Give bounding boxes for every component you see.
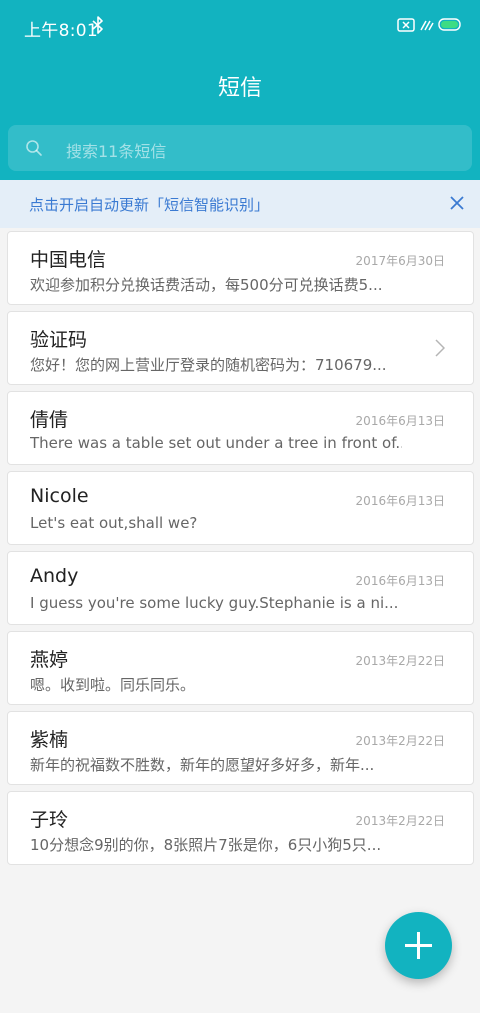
message-date: 2016年6月13日 [355, 494, 445, 508]
status-bar: 上午8:01 [0, 0, 480, 52]
page-title: 短信 [217, 76, 262, 101]
app-header: 上午8:01 短信 搜索11条短信 [0, 0, 480, 180]
status-time: 上午8:01 [24, 21, 98, 41]
sender-name: 验证码 [30, 329, 88, 351]
message-preview: Let's eat out,shall we? [30, 514, 198, 532]
message-date: 2017年6月30日 [355, 254, 445, 268]
message-preview: 欢迎参加积分兑换话费活动，每500分可兑换话费5... [30, 276, 383, 294]
conversation-item[interactable]: Nicole 2016年6月13日 Let's eat out,shall we… [7, 471, 474, 545]
search-placeholder: 搜索11条短信 [66, 142, 167, 161]
message-preview: 嗯。收到啦。同乐同乐。 [30, 676, 196, 694]
battery-icon [438, 18, 461, 31]
chevron-right-icon [435, 339, 445, 357]
new-message-button[interactable] [385, 912, 452, 979]
banner-text[interactable]: 点击开启自动更新「短信智能识别」 [29, 194, 269, 215]
conversation-item[interactable]: 倩倩 2016年6月13日 There was a table set out … [7, 391, 474, 465]
sender-name: Nicole [30, 485, 89, 507]
sender-name: 倩倩 [30, 409, 69, 431]
conversation-item[interactable]: 紫楠 2013年2月22日 新年的祝福数不胜数，新年的愿望好多好多，新年... [7, 711, 474, 785]
sender-name: 紫楠 [30, 729, 69, 751]
message-date: 2013年2月22日 [355, 654, 445, 668]
sender-name: 中国电信 [30, 249, 107, 271]
signal-icon [420, 20, 434, 31]
message-preview: 10分想念9别的你，8张照片7张是你，6只小狗5只... [30, 836, 382, 854]
message-date: 2013年2月22日 [355, 814, 445, 828]
close-icon[interactable] [450, 196, 464, 210]
search-icon [26, 140, 42, 156]
conversation-item[interactable]: 子玲 2013年2月22日 10分想念9别的你，8张照片7张是你，6只小狗5只.… [7, 791, 474, 865]
sender-name: 子玲 [30, 809, 69, 831]
sim-card-icon [397, 18, 415, 32]
conversation-item[interactable]: 中国电信 2017年6月30日 欢迎参加积分兑换话费活动，每500分可兑换话费5… [7, 231, 474, 305]
message-date: 2016年6月13日 [355, 574, 445, 588]
message-preview: 新年的祝福数不胜数，新年的愿望好多好多，新年... [30, 756, 375, 774]
message-preview: I guess you're some lucky guy.Stephanie … [30, 594, 399, 612]
bluetooth-icon [92, 16, 103, 34]
message-preview: There was a table set out under a tree i… [30, 434, 402, 452]
sender-name: Andy [30, 565, 79, 587]
plus-icon [405, 932, 432, 959]
sender-name: 燕婷 [30, 649, 69, 671]
conversation-item[interactable]: Andy 2016年6月13日 I guess you're some luck… [7, 551, 474, 625]
message-preview: 您好！您的网上营业厅登录的随机密码为：710679... [30, 356, 387, 374]
conversation-item[interactable]: 验证码 您好！您的网上营业厅登录的随机密码为：710679... [7, 311, 474, 385]
search-input[interactable]: 搜索11条短信 [8, 125, 472, 171]
conversation-item[interactable]: 燕婷 2013年2月22日 嗯。收到啦。同乐同乐。 [7, 631, 474, 705]
message-date: 2016年6月13日 [355, 414, 445, 428]
message-date: 2013年2月22日 [355, 734, 445, 748]
auto-update-banner[interactable]: 点击开启自动更新「短信智能识别」 [0, 180, 480, 228]
